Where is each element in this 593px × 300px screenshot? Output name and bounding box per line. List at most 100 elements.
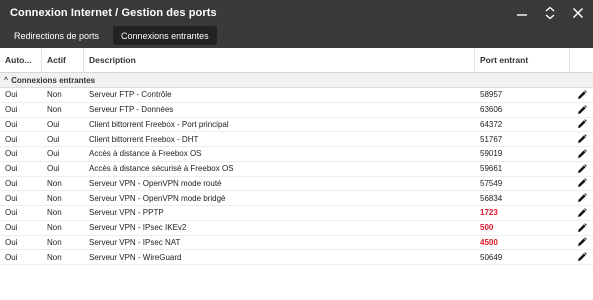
cell-description: Serveur VPN - OpenVPN mode bridgé [89, 193, 226, 203]
edit-button[interactable] [570, 221, 593, 235]
tab-redirections-de-ports[interactable]: Redirections de ports [6, 26, 107, 45]
edit-button[interactable] [570, 162, 593, 176]
table-row[interactable]: Oui Oui Accès à distance sécurisé à Freebo… [0, 162, 593, 177]
table-row[interactable]: Oui Non Serveur VPN - WireGuard 50649 [0, 250, 593, 265]
cell-description: Serveur FTP - Données [89, 105, 174, 115]
table-row[interactable]: Oui Non Serveur FTP - Contrôle 58957 [0, 88, 593, 103]
table-row[interactable]: Oui Non Serveur VPN - IPsec NAT 4500 [0, 236, 593, 251]
pencil-icon [577, 237, 587, 247]
minimize-icon[interactable] [515, 4, 529, 22]
cell-auto: Oui [5, 119, 18, 129]
cell-auto: Oui [5, 149, 18, 159]
cell-description: Client bittorrent Freebox - Port princip… [89, 119, 229, 129]
pencil-icon [577, 134, 587, 144]
cell-auto: Oui [5, 208, 18, 218]
cell-description: Client bittorrent Freebox - DHT [89, 134, 199, 144]
table-body: Oui Non Serveur FTP - Contrôle 58957 Oui Non S… [0, 88, 593, 265]
column-header-auto[interactable]: Auto... [0, 48, 42, 72]
tab-bar: Redirections de ports Connexions entrant… [0, 26, 593, 48]
cell-port: 64372 [480, 119, 503, 129]
cell-port: 57549 [480, 178, 503, 188]
column-header-description[interactable]: Description [84, 48, 475, 72]
cell-description: Serveur VPN - IPsec NAT [89, 237, 181, 247]
edit-button[interactable] [570, 206, 593, 220]
cell-port: 500 [480, 223, 494, 233]
cell-description: Serveur VPN - WireGuard [89, 252, 182, 262]
cell-port: 50649 [480, 252, 503, 262]
cell-port: 51767 [480, 134, 503, 144]
pencil-icon [577, 149, 587, 158]
window-controls [515, 4, 585, 22]
pencil-icon [577, 104, 587, 114]
caret-up-icon: ^ [4, 76, 9, 84]
cell-actif: Oui [47, 134, 60, 144]
cell-actif: Non [47, 178, 62, 188]
cell-description: Serveur FTP - Contrôle [89, 90, 172, 100]
table-row[interactable]: Oui Non Serveur VPN - OpenVPN mode routé 57… [0, 177, 593, 192]
cell-actif: Non [47, 208, 62, 218]
cell-description: Serveur VPN - IPsec IKEv2 [89, 223, 187, 233]
cell-actif: Non [47, 193, 62, 203]
pencil-icon [577, 163, 587, 173]
edit-button[interactable] [570, 177, 593, 191]
cell-port: 56834 [480, 193, 503, 203]
cell-port: 63606 [480, 105, 503, 115]
cell-description: Accès à distance à Freebox OS [89, 149, 202, 159]
cell-port: 1723 [480, 208, 498, 218]
cell-auto: Oui [5, 223, 18, 233]
edit-button[interactable] [570, 103, 593, 117]
cell-auto: Oui [5, 134, 18, 144]
pencil-icon [577, 222, 587, 232]
column-header-port[interactable]: Port entrant [475, 48, 570, 72]
cell-port: 58957 [480, 90, 503, 100]
column-header-actif[interactable]: Actif [42, 48, 84, 72]
edit-button[interactable] [570, 132, 593, 146]
column-header-actions [570, 48, 593, 72]
cell-auto: Oui [5, 252, 18, 262]
pencil-icon [577, 252, 587, 262]
table-row[interactable]: Oui Oui Client bittorrent Freebox - Port p… [0, 118, 593, 133]
cell-auto: Oui [5, 105, 18, 115]
cell-actif: Non [47, 105, 62, 115]
cell-auto: Oui [5, 178, 18, 188]
group-label: Connexions entrantes [11, 75, 96, 85]
cell-actif: Non [47, 223, 62, 233]
cell-description: Accès à distance sécurisé à Freebox OS [89, 164, 234, 174]
title-bar: Connexion Internet / Gestion des ports [0, 0, 593, 26]
window-title: Connexion Internet / Gestion des ports [10, 7, 217, 19]
expand-icon[interactable] [543, 4, 557, 22]
table-row[interactable]: Oui Oui Accès à distance à Freebox OS 59019 [0, 147, 593, 162]
cell-description: Serveur VPN - PPTP [89, 208, 164, 218]
port-management-window: Connexion Internet / Gestion des ports R… [0, 0, 593, 300]
table-row[interactable]: Oui Oui Client bittorrent Freebox - DHT 517… [0, 132, 593, 147]
table-row[interactable]: Oui Non Serveur FTP - Données 63606 [0, 103, 593, 118]
close-icon[interactable] [571, 4, 585, 22]
group-header[interactable]: ^ Connexions entrantes [0, 73, 593, 88]
edit-button[interactable] [570, 250, 593, 264]
cell-auto: Oui [5, 237, 18, 247]
table-header: Auto... Actif Description Port entrant [0, 48, 593, 73]
pencil-icon [577, 119, 587, 129]
edit-button[interactable] [570, 147, 593, 161]
cell-port: 59019 [480, 149, 503, 159]
cell-actif: Oui [47, 149, 60, 159]
pencil-icon [577, 208, 587, 217]
cell-auto: Oui [5, 193, 18, 203]
table-row[interactable]: Oui Non Serveur VPN - IPsec IKEv2 500 [0, 221, 593, 236]
cell-actif: Non [47, 90, 62, 100]
tab-connexions-entrantes[interactable]: Connexions entrantes [113, 26, 217, 45]
cell-actif: Oui [47, 119, 60, 129]
cell-description: Serveur VPN - OpenVPN mode routé [89, 178, 222, 188]
edit-button[interactable] [570, 118, 593, 132]
cell-auto: Oui [5, 90, 18, 100]
cell-auto: Oui [5, 164, 18, 174]
pencil-icon [577, 193, 587, 203]
edit-button[interactable] [570, 236, 593, 250]
edit-button[interactable] [570, 88, 593, 102]
edit-button[interactable] [570, 191, 593, 205]
cell-port: 4500 [480, 237, 498, 247]
pencil-icon [577, 90, 587, 99]
table-row[interactable]: Oui Non Serveur VPN - PPTP 1723 [0, 206, 593, 221]
pencil-icon [577, 178, 587, 188]
table-row[interactable]: Oui Non Serveur VPN - OpenVPN mode bridgé 5… [0, 191, 593, 206]
